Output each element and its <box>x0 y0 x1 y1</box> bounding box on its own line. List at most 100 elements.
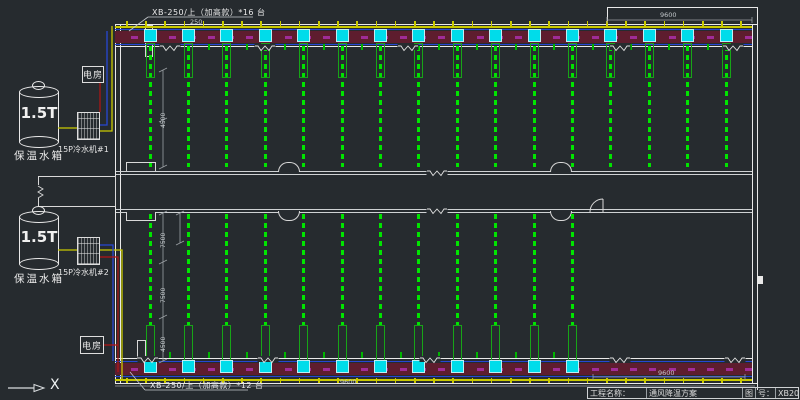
fan-coil-unit <box>146 43 155 78</box>
fan-coil-unit <box>338 43 347 78</box>
titleblock-sheet-label: 图 <box>742 388 755 398</box>
fan-coil-unit <box>184 43 193 78</box>
sheet-no-label-text: 号： <box>758 388 774 398</box>
duct-dashed-line <box>571 214 574 325</box>
air-outlet-box <box>451 29 464 42</box>
air-outlet-box <box>336 29 349 42</box>
air-outlet-box <box>528 29 541 42</box>
duct-dashed-line <box>149 214 152 325</box>
fan-coil-unit <box>453 43 462 78</box>
fan-coil-unit <box>146 325 155 361</box>
dim-top-right: 9600 <box>660 11 677 19</box>
air-outlet-box <box>681 29 694 42</box>
air-outlet-box <box>528 360 541 373</box>
duct-dashed-line <box>494 214 497 325</box>
fan-coil-unit <box>491 43 500 78</box>
air-outlet-box <box>220 29 233 42</box>
duct-dashed-line <box>341 214 344 325</box>
duct-dashed-line <box>225 214 228 325</box>
titleblock-sheet-no-label: 号： <box>755 388 775 398</box>
duct-dashed-line <box>533 214 536 325</box>
fan-coil-unit <box>683 43 692 78</box>
air-outlet-box <box>182 360 195 373</box>
chiller1 <box>77 112 100 140</box>
air-outlet-box <box>297 360 310 373</box>
air-outlet-box <box>297 29 310 42</box>
air-outlet-box <box>566 29 579 42</box>
chiller2 <box>77 237 100 265</box>
power-room-1: 电房 <box>82 66 104 83</box>
fan-coil-unit <box>414 43 423 78</box>
power-room-2-label: 电房 <box>82 339 102 352</box>
air-outlet-box <box>259 360 272 373</box>
tank2-capacity: 1.5T <box>20 228 58 246</box>
tank1-bottom-ellipse <box>19 136 59 148</box>
air-outlet-box <box>566 360 579 373</box>
air-outlet-box <box>720 29 733 42</box>
air-outlet-box <box>643 29 656 42</box>
air-outlet-box <box>489 360 502 373</box>
air-outlet-box <box>604 29 617 42</box>
air-outlet-box <box>489 29 502 42</box>
fan-coil-unit <box>184 325 193 361</box>
fan-coil-unit <box>530 325 539 361</box>
dim-titleblock: 9600 <box>658 369 675 377</box>
vdim-bottom-2: 7500 <box>160 288 167 303</box>
titleblock-project-name: 通风降温方案 <box>646 388 742 398</box>
fan-coil-unit <box>722 43 731 78</box>
air-outlet-box <box>374 29 387 42</box>
tank2-bottom-ellipse <box>19 258 59 270</box>
fan-coil-unit <box>606 43 615 78</box>
duct-dashed-line <box>187 214 190 325</box>
x-axis-label: X <box>50 377 60 393</box>
bottom-row-label: XB-250/上（加高款）*12 台 <box>150 380 264 391</box>
duct-dashed-line <box>302 214 305 325</box>
duct-dashed-line <box>456 214 459 325</box>
fan-coil-unit <box>261 325 270 361</box>
dim-leader-size: 250 <box>190 18 202 26</box>
fan-coil-unit <box>222 325 231 361</box>
project-label-text: 工程名称 <box>590 388 622 398</box>
fan-coil-unit <box>568 325 577 361</box>
duct-dashed-line <box>379 214 382 325</box>
titleblock-sheet-value: XB200.50 <box>775 388 798 398</box>
fan-coil-unit <box>222 43 231 78</box>
air-outlet-box <box>412 29 425 42</box>
vdim-bottom-3: 4500 <box>160 337 167 352</box>
fan-coil-unit <box>376 325 385 361</box>
fan-coil-unit <box>299 43 308 78</box>
air-outlet-box <box>144 360 157 373</box>
cad-canvas[interactable]: 1.5T 保温水箱 15P冷水机#1 电房 1.5T 保温水箱 15P冷水机#2… <box>0 0 800 400</box>
fan-coil-unit <box>376 43 385 78</box>
vdim-top: 4500 <box>160 113 167 128</box>
duct-dashed-line <box>417 214 420 325</box>
air-outlet-box <box>182 29 195 42</box>
tank2-name: 保温水箱 <box>14 271 64 286</box>
duct-dashed-line <box>264 214 267 325</box>
sheet-value-text: XB200.50 <box>778 389 798 398</box>
project-name-text: 通风降温方案 <box>649 388 697 398</box>
air-outlet-box <box>412 360 425 373</box>
air-outlet-box <box>374 360 387 373</box>
top-row-label: XB-250/上（加高款）*16 台 <box>152 7 266 18</box>
air-outlet-box <box>259 29 272 42</box>
fan-coil-unit <box>338 325 347 361</box>
vdim-bottom-1: 7500 <box>160 233 167 248</box>
project-label-colon: ： <box>622 388 630 398</box>
air-outlet-box <box>144 29 157 42</box>
title-block: 工程名称： 通风降温方案 图 号： XB200.50 <box>587 387 799 399</box>
air-outlet-box <box>336 360 349 373</box>
fan-coil-unit <box>414 325 423 361</box>
fan-coil-unit <box>453 325 462 361</box>
fan-coil-unit <box>491 325 500 361</box>
tank1-name: 保温水箱 <box>14 148 64 163</box>
fan-coil-unit <box>261 43 270 78</box>
dim-bottom-center: 9600 <box>340 378 357 386</box>
chiller2-label: 15P冷水机#2 <box>58 267 109 278</box>
sheet-label-text: 图 <box>745 388 753 398</box>
air-outlet-box <box>451 360 464 373</box>
power-room-2: 电房 <box>80 336 104 354</box>
tank1-capacity: 1.5T <box>20 104 58 122</box>
fan-coil-unit <box>299 325 308 361</box>
titleblock-project-label: 工程名称： <box>588 388 646 398</box>
